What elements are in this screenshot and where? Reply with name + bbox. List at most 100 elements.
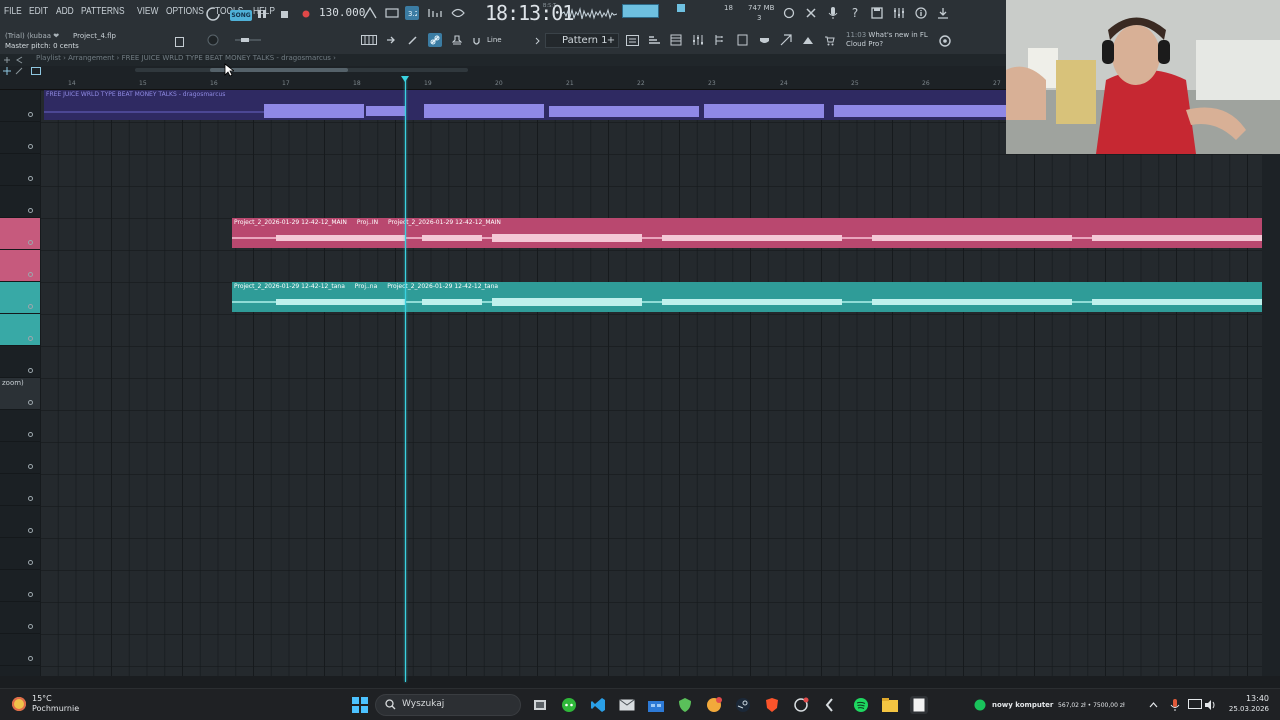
chatgpt-icon[interactable] — [792, 696, 810, 714]
taskbar-search[interactable]: Wyszukaj — [375, 694, 521, 716]
microphone-icon[interactable] — [826, 5, 840, 21]
track-header[interactable] — [0, 154, 40, 186]
record-icon[interactable] — [300, 8, 312, 20]
link-icon[interactable] — [428, 33, 442, 47]
playlist-arrow-icon[interactable] — [14, 54, 24, 66]
microphone-tray-icon[interactable] — [1168, 696, 1182, 714]
track-mute-icon[interactable] — [28, 624, 33, 629]
track-mute-icon[interactable] — [28, 336, 33, 341]
task-view-icon[interactable] — [531, 696, 549, 714]
mail-icon[interactable] — [618, 696, 636, 714]
plugin-icon[interactable] — [756, 33, 772, 47]
track-mute-icon[interactable] — [28, 400, 33, 405]
windows-start-icon[interactable] — [351, 696, 369, 714]
menu-view[interactable]: VIEW — [137, 6, 162, 20]
track-mute-icon[interactable] — [28, 592, 33, 597]
track-mute-icon[interactable] — [28, 304, 33, 309]
cart-icon[interactable] — [822, 33, 836, 47]
menu-add[interactable]: ADD — [56, 6, 77, 20]
menu-patterns[interactable]: PATTERNS — [81, 6, 128, 20]
track-mute-icon[interactable] — [28, 560, 33, 565]
browser-icon[interactable] — [712, 33, 728, 47]
metronome-icon[interactable] — [362, 6, 378, 20]
display-icon[interactable] — [1188, 696, 1202, 714]
track-header[interactable] — [0, 186, 40, 218]
stop-icon[interactable] — [278, 8, 290, 20]
song-mode-toggle[interactable]: SONG — [230, 10, 252, 21]
tool-snap-icon[interactable] — [30, 66, 42, 76]
blend-notes-icon[interactable] — [450, 6, 466, 20]
save-icon[interactable] — [870, 6, 884, 20]
fl-studio-icon[interactable] — [821, 696, 839, 714]
track-header[interactable] — [0, 90, 40, 122]
weather-widget[interactable]: 15°C Pochmurnie — [12, 694, 79, 714]
playhead-line[interactable] — [405, 78, 406, 682]
tool-move-icon[interactable] — [2, 66, 12, 76]
keyboard-icon[interactable] — [360, 34, 378, 46]
arrow-right-icon[interactable] — [384, 34, 398, 46]
audio-clip-main[interactable]: Project_2_2026-01-29 12-42-12_MAIN Proj.… — [232, 218, 1262, 248]
track-header[interactable] — [0, 634, 40, 666]
notepad-icon[interactable] — [910, 696, 928, 714]
mixer-view-icon[interactable] — [690, 33, 706, 47]
track-mute-icon[interactable] — [28, 432, 33, 437]
track-header-tana[interactable] — [0, 282, 40, 314]
audio-clip-tana[interactable]: Project_2_2026-01-29 12-42-12_tana Proj.… — [232, 282, 1262, 312]
countdown-icon[interactable]: 3.2 — [405, 6, 419, 20]
store-icon[interactable] — [647, 696, 665, 714]
download-icon[interactable] — [936, 6, 950, 20]
pencil-icon[interactable] — [406, 33, 420, 47]
mixer-icon[interactable] — [892, 6, 906, 20]
track-mute-icon[interactable] — [28, 528, 33, 533]
channel-rack-icon[interactable] — [668, 33, 684, 47]
help-icon[interactable]: ? — [848, 5, 862, 21]
track-header[interactable] — [0, 410, 40, 442]
spotify-icon[interactable] — [852, 696, 870, 714]
playlist-icon[interactable] — [624, 33, 640, 47]
playhead-marker[interactable] — [401, 76, 409, 82]
piano-roll-icon[interactable] — [646, 33, 662, 47]
file-explorer-icon[interactable] — [881, 696, 899, 714]
pause-icon[interactable] — [256, 8, 268, 20]
track-mute-icon[interactable] — [28, 176, 33, 181]
refresh-icon[interactable] — [782, 6, 796, 20]
menu-edit[interactable]: EDIT — [29, 6, 51, 20]
master-pitch-slider[interactable] — [234, 35, 262, 45]
vscode-icon[interactable] — [589, 696, 607, 714]
shield-app-icon[interactable] — [676, 696, 694, 714]
pattern-picker-icon[interactable] — [174, 36, 184, 48]
stamp-icon[interactable] — [450, 33, 464, 47]
track-header[interactable] — [0, 506, 40, 538]
menu-file[interactable]: FILE — [4, 6, 25, 20]
chevron-up-icon[interactable] — [1146, 696, 1160, 714]
track-mute-icon[interactable] — [28, 112, 33, 117]
info-icon[interactable] — [914, 6, 928, 20]
track-header[interactable] — [0, 346, 40, 378]
master-volume-knob[interactable] — [206, 33, 220, 47]
clock-date[interactable]: 25.03.2026 — [1222, 705, 1269, 713]
tempo-display[interactable]: 130.000 — [319, 6, 365, 19]
track-mute-icon[interactable] — [28, 368, 33, 373]
track-header-main-2[interactable] — [0, 250, 40, 282]
video-player-icon[interactable] — [800, 33, 816, 47]
loop-record-icon[interactable] — [204, 5, 222, 23]
playlist-menu-icon[interactable] — [2, 54, 12, 66]
steam-icon[interactable] — [734, 696, 752, 714]
menu-options[interactable]: OPTIONS — [166, 6, 207, 20]
tools-icon[interactable] — [804, 6, 818, 20]
track-mute-icon[interactable] — [28, 656, 33, 661]
track-mute-icon[interactable] — [28, 240, 33, 245]
news-panel[interactable]: 11:03 What's new in FL Cloud Pro? — [846, 31, 928, 49]
vertical-scrollbar[interactable] — [1262, 90, 1280, 676]
track-header[interactable] — [0, 442, 40, 474]
track-mute-icon[interactable] — [28, 464, 33, 469]
clock-time[interactable]: 13:40 — [1229, 694, 1269, 703]
volume-icon[interactable] — [1204, 696, 1218, 714]
track-mute-icon[interactable] — [28, 144, 33, 149]
track-mute-icon[interactable] — [28, 208, 33, 213]
tool-draw-icon[interactable] — [14, 66, 24, 76]
chevron-right-icon[interactable] — [533, 36, 541, 46]
wait-input-icon[interactable] — [384, 6, 400, 20]
tray-app-label[interactable]: nowy komputer — [992, 701, 1053, 709]
snap-selector[interactable]: Line — [471, 33, 541, 48]
